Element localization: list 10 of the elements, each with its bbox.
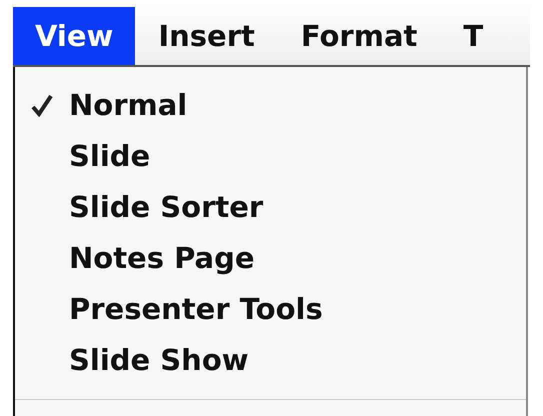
menu-title[interactable]: T bbox=[440, 7, 506, 65]
menu-item[interactable]: Notes Page bbox=[15, 232, 526, 283]
menu-item[interactable]: Presenter Tools bbox=[15, 283, 526, 334]
menu-item[interactable]: Slide Show bbox=[15, 334, 526, 385]
menu-item[interactable]: Normal bbox=[15, 79, 526, 130]
menu-title[interactable]: View bbox=[13, 7, 136, 65]
menu-title[interactable]: Format bbox=[278, 7, 440, 65]
menu-item[interactable]: Slide bbox=[15, 130, 526, 181]
menu-item[interactable]: Slide Sorter bbox=[15, 181, 526, 232]
menu-title[interactable]: Insert bbox=[135, 7, 278, 65]
